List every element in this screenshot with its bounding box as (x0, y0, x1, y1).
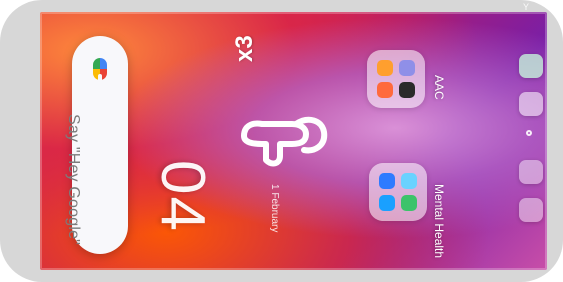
app-icon (379, 195, 395, 211)
app-icon (399, 60, 415, 76)
microphone-icon[interactable] (93, 58, 107, 82)
app-icon (399, 82, 415, 98)
clock-date: 1 February (269, 184, 280, 233)
app-icon (379, 173, 395, 189)
tap-count-label: x3 (231, 35, 258, 62)
search-hint-text: Say "Hey Google" (65, 114, 82, 246)
screenshot-frame: Y Say "Hey Google" 04 1 February AAC Men… (0, 0, 563, 282)
app-icon (377, 82, 393, 98)
page-indicator-dot (526, 130, 532, 136)
app-icon (401, 173, 417, 189)
hand-tap-icon (241, 116, 328, 167)
folder-label-mental-health: Mental Health (432, 184, 446, 259)
dock-app-icon[interactable] (519, 198, 543, 222)
right-dock (515, 40, 555, 254)
dock-app-icon[interactable] (519, 54, 543, 78)
app-icon (401, 195, 417, 211)
dock-app-icon[interactable] (519, 92, 543, 116)
app-icon (377, 60, 393, 76)
clock-time: 04 (148, 160, 217, 233)
status-signal-indicator: Y (523, 2, 530, 12)
google-search-widget[interactable]: Say "Hey Google" (65, 36, 128, 254)
dock-app-icon[interactable] (519, 160, 543, 184)
folder-label-aac: AAC (432, 75, 446, 100)
folder-mental-health[interactable] (369, 163, 427, 221)
folder-aac[interactable] (367, 50, 425, 108)
